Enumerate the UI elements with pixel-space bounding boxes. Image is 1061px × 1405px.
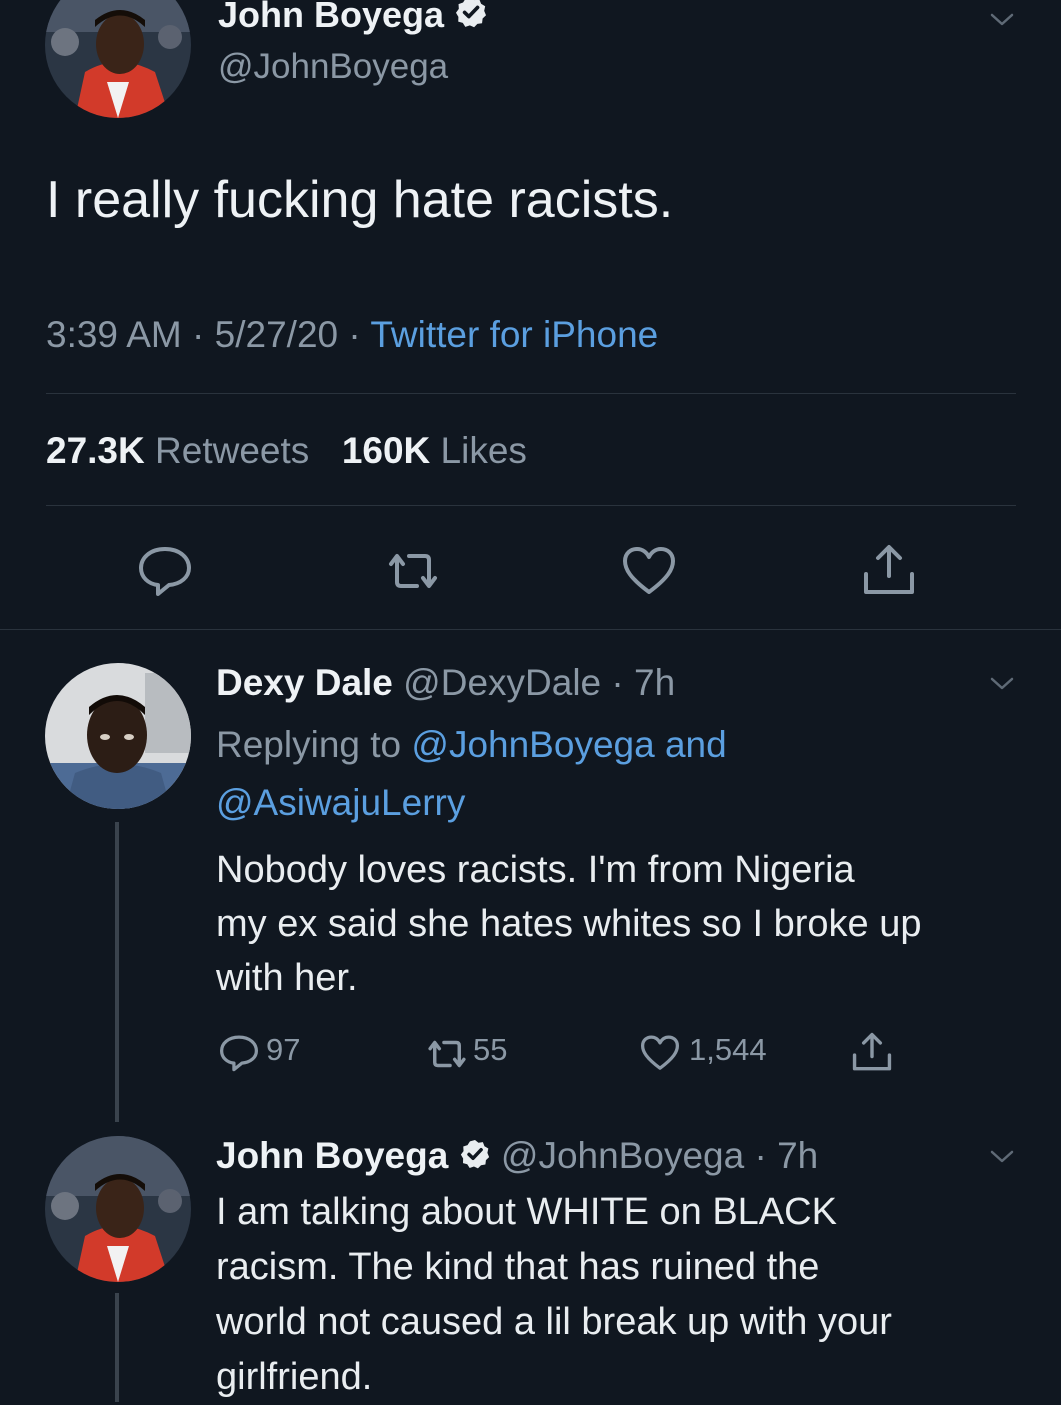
author-handle[interactable]: @JohnBoyega — [501, 1135, 744, 1176]
thread-line — [115, 822, 119, 1122]
author-name[interactable]: John Boyega — [218, 0, 488, 40]
engagement-stats: 27.3K Retweets 160K Likes — [46, 428, 527, 474]
chevron-down-icon[interactable] — [990, 13, 1014, 27]
chevron-down-icon[interactable] — [990, 677, 1014, 691]
tweet-date[interactable]: 5/27/20 — [215, 314, 338, 355]
reply-text: I am talking about WHITE on BLACK racism… — [216, 1185, 892, 1405]
replying-and: and — [664, 724, 727, 765]
retweets-label: Retweets — [155, 430, 310, 471]
replying-prefix: Replying to — [216, 724, 402, 765]
meta-separator: · — [601, 662, 635, 703]
replying-to: Replying to @JohnBoyega and @AsiwajuLerr… — [216, 716, 1016, 832]
share-icon[interactable] — [850, 1030, 894, 1074]
reply-icon[interactable] — [136, 544, 194, 598]
tweet-time[interactable]: 3:39 AM — [46, 314, 182, 355]
mention-link[interactable]: @JohnBoyega — [411, 724, 654, 765]
thread-line — [115, 1293, 119, 1402]
author-handle[interactable]: @JohnBoyega — [218, 44, 448, 90]
like-icon[interactable] — [639, 1033, 681, 1073]
tweet-age[interactable]: 7h — [634, 662, 675, 703]
tweet-source-link[interactable]: Twitter for iPhone — [370, 314, 658, 355]
author-name[interactable]: John Boyega — [216, 1135, 448, 1176]
reply-count: 97 — [266, 1032, 301, 1067]
divider — [46, 505, 1016, 506]
tweet-meta: 3:39 AM · 5/27/20 · Twitter for iPhone — [46, 312, 658, 358]
chevron-down-icon[interactable] — [990, 1150, 1014, 1164]
reply-text-line: I am talking about WHITE on BLACK — [216, 1191, 837, 1233]
author-name[interactable]: Dexy Dale — [216, 662, 393, 703]
likes-count: 160K — [341, 430, 431, 471]
divider — [0, 629, 1061, 630]
like-icon[interactable] — [620, 544, 678, 598]
retweet-count: 55 — [473, 1032, 508, 1067]
retweet-icon[interactable] — [424, 1036, 470, 1072]
avatar[interactable] — [45, 0, 191, 118]
reply-text-line: world not caused a lil break up with you… — [216, 1301, 892, 1343]
likes-label: Likes — [440, 430, 527, 471]
reply-header: John Boyega @JohnBoyega · 7h — [216, 1133, 818, 1181]
divider — [46, 393, 1016, 394]
retweets-count: 27.3K — [46, 430, 145, 471]
avatar[interactable] — [45, 1136, 191, 1282]
avatar[interactable] — [45, 663, 191, 809]
retweets-stat[interactable]: 27.3K Retweets — [46, 430, 309, 471]
author-handle[interactable]: @DexyDale — [403, 662, 601, 703]
reply-text-line: Nobody loves racists. I'm from Nigeria — [216, 849, 855, 891]
tweet-text: I really fucking hate racists. — [46, 171, 674, 229]
tweet-age[interactable]: 7h — [777, 1135, 818, 1176]
reply-icon[interactable] — [218, 1033, 260, 1073]
verified-badge-icon — [459, 1135, 491, 1181]
reply-text-line: my ex said she hates whites so I broke u… — [216, 903, 922, 945]
meta-separator: · — [181, 314, 215, 355]
share-icon[interactable] — [860, 542, 918, 598]
meta-separator: · — [744, 1135, 778, 1176]
reply-text-line: racism. The kind that has ruined the — [216, 1246, 820, 1288]
likes-stat[interactable]: 160K Likes — [342, 430, 527, 471]
meta-separator: · — [338, 314, 371, 355]
like-count: 1,544 — [689, 1032, 767, 1067]
retweet-icon[interactable] — [383, 548, 443, 594]
reply-text-line: with her. — [216, 957, 358, 999]
verified-badge-icon — [454, 0, 488, 40]
reply-text-line: girlfriend. — [216, 1356, 373, 1398]
mention-link[interactable]: @AsiwajuLerry — [216, 782, 465, 823]
reply-text: Nobody loves racists. I'm from Nigeria m… — [216, 843, 921, 1005]
reply-header: Dexy Dale @DexyDale · 7h — [216, 660, 675, 706]
author-name-text[interactable]: John Boyega — [218, 0, 444, 35]
